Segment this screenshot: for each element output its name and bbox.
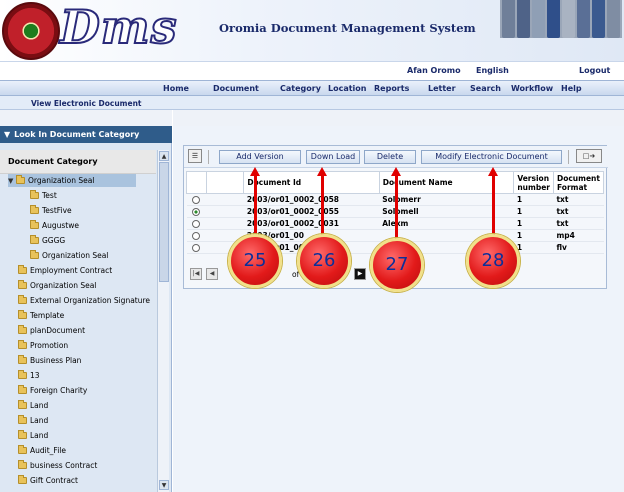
tree-item[interactable]: Audit_File	[18, 444, 66, 457]
nav-search[interactable]: Search	[470, 84, 501, 93]
folder-icon	[18, 265, 27, 274]
app-header: Dms Oromia Document Management System	[0, 0, 624, 62]
callout-arrow-icon	[391, 167, 401, 176]
first-page-icon[interactable]: |◀	[190, 268, 202, 280]
tree-item[interactable]: Foreign Charity	[18, 384, 87, 397]
category-tree-title: Document Category	[0, 150, 156, 174]
app-title: Oromia Document Management System	[219, 21, 476, 35]
export-icon[interactable]: □➜	[576, 149, 602, 163]
folder-icon	[18, 355, 27, 364]
tree-item[interactable]: Land	[18, 399, 48, 412]
main-nav: Home Document Category Location Reports …	[0, 80, 624, 96]
col-document-format[interactable]: Document Format	[552, 171, 605, 194]
row-radio[interactable]	[192, 220, 201, 228]
grid-toolbar: ☰ Add Version Down Load Delete Modify El…	[184, 146, 608, 168]
binders-banner-image	[500, 0, 622, 38]
tree-item[interactable]: Gift Contract	[18, 474, 78, 487]
language-afan-oromo-link[interactable]: Afan Oromo	[407, 66, 461, 75]
tree-item[interactable]: business Contract	[18, 459, 97, 472]
scroll-down-icon[interactable]: ▼	[159, 480, 169, 490]
folder-icon	[18, 385, 27, 394]
tree-item[interactable]: Test	[30, 189, 57, 202]
tree-item[interactable]: planDocument	[18, 324, 85, 337]
folder-icon	[30, 250, 39, 259]
tree-item[interactable]: Organization Seal	[30, 249, 108, 262]
folder-icon	[18, 295, 27, 304]
nav-workflow[interactable]: Workflow	[511, 84, 553, 93]
callout-badge-28: 28	[466, 234, 520, 288]
tree-item[interactable]: GGGG	[30, 234, 65, 247]
col-version-number[interactable]: Version number	[513, 171, 554, 194]
breadcrumb: View Electronic Document	[0, 96, 624, 110]
dms-logo: Dms	[59, 0, 178, 54]
folder-icon	[30, 235, 39, 244]
tree-item[interactable]: Promotion	[18, 339, 68, 352]
logout-link[interactable]: Logout	[579, 66, 610, 75]
callout-arrow-icon	[317, 167, 327, 176]
row-radio[interactable]	[192, 196, 201, 204]
nav-home[interactable]: Home	[163, 84, 189, 93]
scroll-up-icon[interactable]: ▲	[159, 151, 169, 161]
language-english-link[interactable]: English	[476, 66, 509, 75]
scroll-thumb[interactable]	[159, 162, 169, 282]
grid-menu-icon[interactable]: ☰	[188, 149, 202, 163]
tree-item[interactable]: Template	[18, 309, 64, 322]
folder-icon	[18, 400, 27, 409]
folder-icon	[18, 370, 27, 379]
delete-button[interactable]: Delete	[364, 150, 416, 164]
category-tree: ▼ Organization Seal Test TestFive Augustw…	[0, 174, 156, 492]
category-panel-header[interactable]: ▼ Look In Document Category	[0, 126, 172, 143]
callout-badge-27: 27	[370, 238, 424, 292]
tree-item[interactable]: 13	[18, 369, 40, 382]
folder-icon	[18, 415, 27, 424]
tree-item[interactable]: Land	[18, 429, 48, 442]
tree-scrollbar[interactable]: ▲ ▼	[157, 150, 169, 492]
nav-reports[interactable]: Reports	[374, 84, 409, 93]
tree-item[interactable]: Employment Contract	[18, 264, 112, 277]
nav-location[interactable]: Location	[328, 84, 367, 93]
tree-item[interactable]: Business Plan	[18, 354, 81, 367]
folder-icon	[16, 175, 25, 184]
tree-item-selected[interactable]: ▼ Organization Seal	[8, 174, 136, 187]
download-button[interactable]: Down Load	[306, 150, 360, 164]
folder-icon	[18, 445, 27, 454]
row-radio[interactable]	[192, 232, 201, 240]
nav-letter[interactable]: Letter	[428, 84, 456, 93]
modify-document-button[interactable]: Modify Electronic Document	[421, 150, 562, 164]
prev-page-icon[interactable]: ◀	[206, 268, 218, 280]
tree-item[interactable]: Augustwe	[30, 219, 79, 232]
tree-item[interactable]: TestFive	[30, 204, 72, 217]
tree-item[interactable]: External Organization Signature	[18, 294, 150, 307]
nav-category[interactable]: Category	[280, 84, 321, 93]
document-list-panel: ☰ Add Version Down Load Delete Modify El…	[173, 110, 624, 492]
category-panel: ▼ Look In Document Category Document Cate…	[0, 110, 172, 492]
expand-arrow-icon[interactable]: ▼	[8, 177, 16, 185]
row-radio-selected[interactable]	[192, 208, 201, 216]
folder-icon	[30, 220, 39, 229]
callout-badge-26: 26	[297, 234, 351, 288]
folder-icon	[18, 310, 27, 319]
folder-icon	[18, 340, 27, 349]
folder-icon	[30, 205, 39, 214]
folder-icon	[18, 460, 27, 469]
row-radio[interactable]	[192, 244, 201, 252]
callout-arrow-icon	[250, 167, 260, 176]
oromia-emblem-icon	[2, 2, 60, 60]
folder-icon	[30, 190, 39, 199]
folder-icon	[18, 280, 27, 289]
collapse-triangle-icon: ▼	[4, 130, 11, 139]
folder-icon	[18, 430, 27, 439]
add-version-button[interactable]: Add Version	[219, 150, 301, 164]
page-title: View Electronic Document	[31, 99, 142, 108]
tree-item[interactable]: Land	[18, 414, 48, 427]
nav-document[interactable]: Document	[213, 84, 259, 93]
col-document-id[interactable]: Document Id	[243, 171, 380, 194]
next-page-icon[interactable]: ▶	[354, 268, 366, 280]
tree-item[interactable]: Organization Seal	[18, 279, 96, 292]
callout-arrow-icon	[488, 167, 498, 176]
nav-help[interactable]: Help	[561, 84, 582, 93]
folder-icon	[18, 475, 27, 484]
folder-icon	[18, 325, 27, 334]
callout-badge-25: 25	[228, 234, 282, 288]
